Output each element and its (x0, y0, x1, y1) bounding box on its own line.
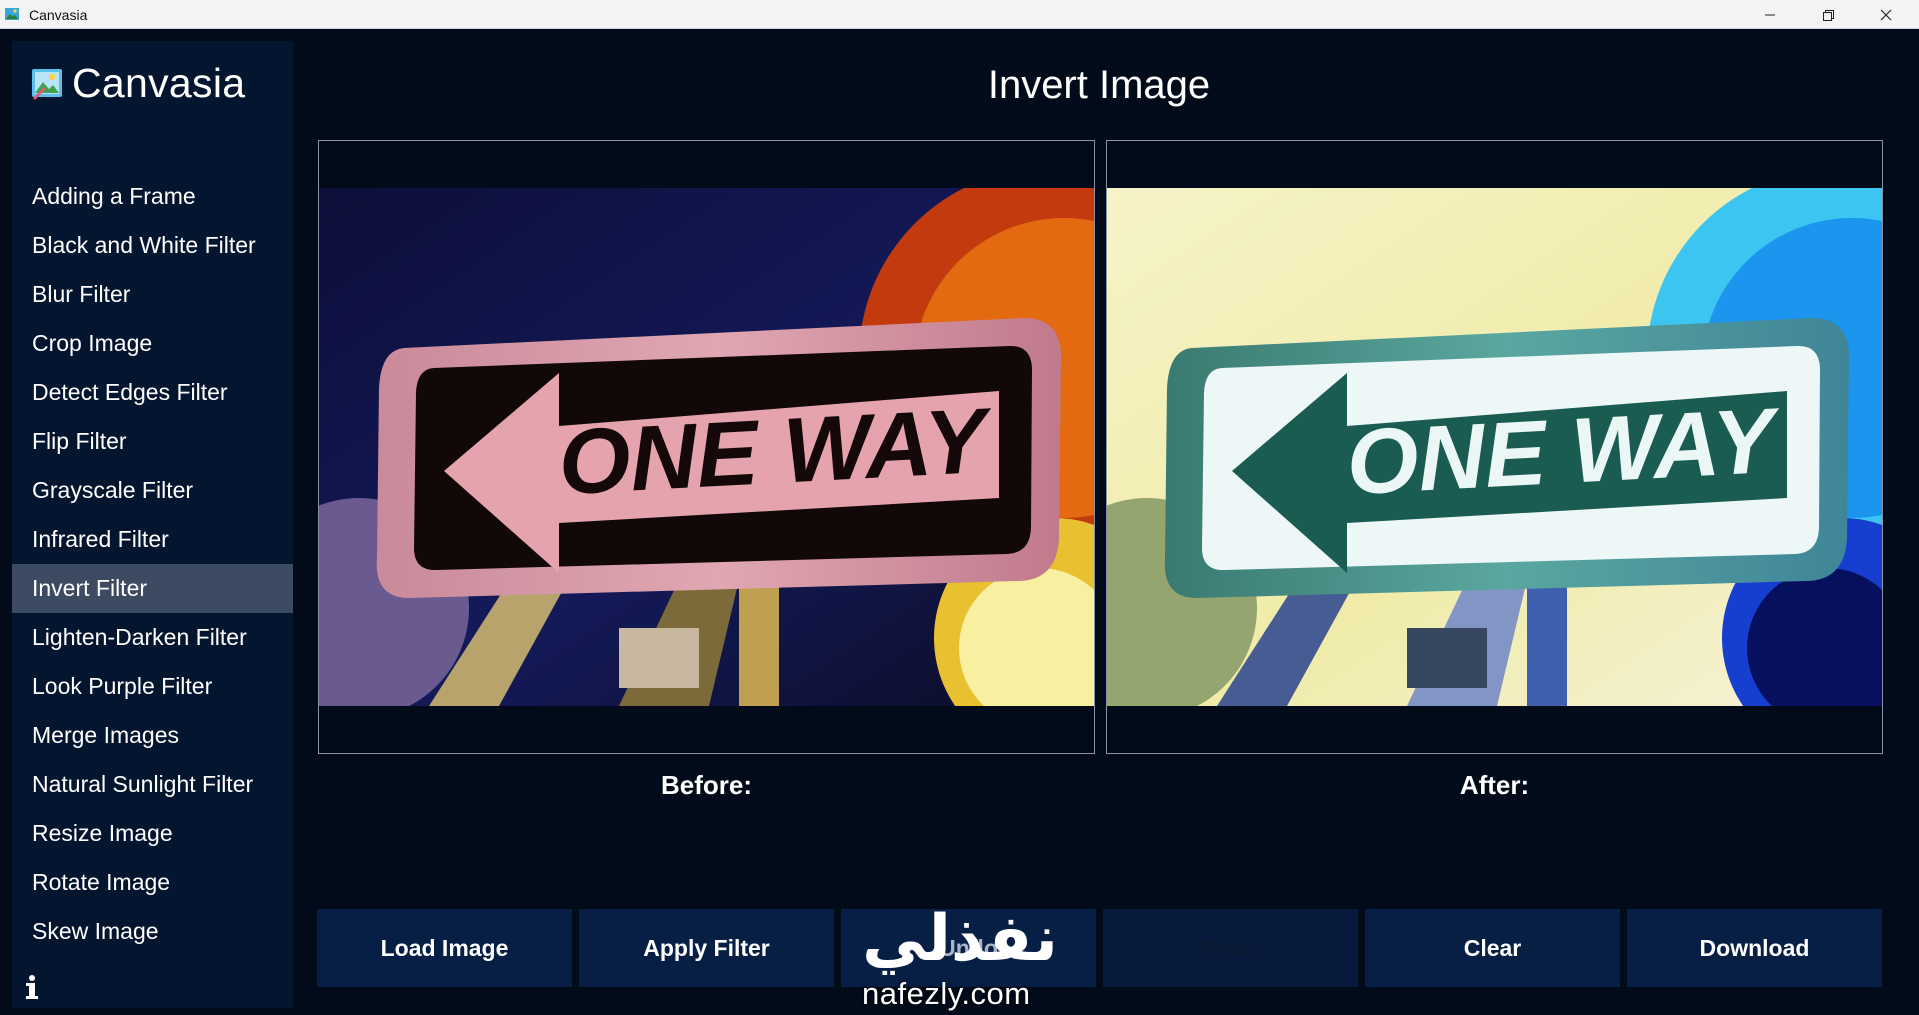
sidebar-item-flip-filter[interactable]: Flip Filter (12, 417, 293, 466)
window-title-bar: Canvasia (0, 0, 1919, 29)
sidebar-item-detect-edges-filter[interactable]: Detect Edges Filter (12, 368, 293, 417)
after-image-panel: ONE WAY (1106, 140, 1883, 754)
minimize-button[interactable] (1741, 0, 1799, 29)
sidebar-item-crop-image[interactable]: Crop Image (12, 319, 293, 368)
before-caption: Before: (660, 770, 752, 800)
brand: Canvasia (30, 60, 245, 106)
sidebar-item-natural-sunlight-filter[interactable]: Natural Sunlight Filter (12, 760, 293, 809)
apply-filter-button[interactable]: Apply Filter (579, 909, 834, 987)
brand-name: Canvasia (72, 59, 246, 106)
filter-nav: Adding a Frame Black and White Filter Bl… (12, 172, 293, 956)
sidebar-item-lighten-darken-filter[interactable]: Lighten-Darken Filter (12, 613, 293, 662)
window-title: Canvasia (29, 7, 88, 23)
page-title: Invert Image (987, 63, 1211, 107)
sidebar: Canvasia Adding a Frame Black and White … (12, 41, 293, 1008)
sidebar-item-skew-image[interactable]: Skew Image (12, 907, 293, 956)
sidebar-item-adding-a-frame[interactable]: Adding a Frame (12, 172, 293, 221)
sidebar-item-invert-filter[interactable]: Invert Filter (12, 564, 293, 613)
picture-logo-icon (32, 69, 62, 100)
download-button[interactable]: Download (1627, 909, 1882, 987)
sidebar-item-look-purple-filter[interactable]: Look Purple Filter (12, 662, 293, 711)
before-image-panel: ONE WAY (318, 140, 1095, 754)
sidebar-item-resize-image[interactable]: Resize Image (12, 809, 293, 858)
sidebar-item-merge-images[interactable]: Merge Images (12, 711, 293, 760)
sidebar-item-infrared-filter[interactable]: Infrared Filter (12, 515, 293, 564)
sidebar-item-black-and-white-filter[interactable]: Black and White Filter (12, 221, 293, 270)
info-icon[interactable] (24, 973, 40, 1001)
after-image: ONE WAY (1107, 188, 1882, 706)
sidebar-item-grayscale-filter[interactable]: Grayscale Filter (12, 466, 293, 515)
after-caption: After: (1459, 770, 1530, 800)
close-button[interactable] (1857, 0, 1915, 29)
redo-button[interactable]: Redo (1103, 909, 1358, 987)
undo-button[interactable]: Undo (841, 909, 1096, 987)
load-image-button[interactable]: Load Image (317, 909, 572, 987)
minimize-icon (1765, 14, 1775, 15)
restore-icon (1823, 9, 1834, 21)
app-icon (5, 8, 19, 20)
before-image: ONE WAY (319, 188, 1094, 706)
sidebar-item-blur-filter[interactable]: Blur Filter (12, 270, 293, 319)
restore-button[interactable] (1799, 0, 1857, 29)
close-icon (1880, 9, 1892, 20)
sidebar-item-rotate-image[interactable]: Rotate Image (12, 858, 293, 907)
clear-button[interactable]: Clear (1365, 909, 1620, 987)
